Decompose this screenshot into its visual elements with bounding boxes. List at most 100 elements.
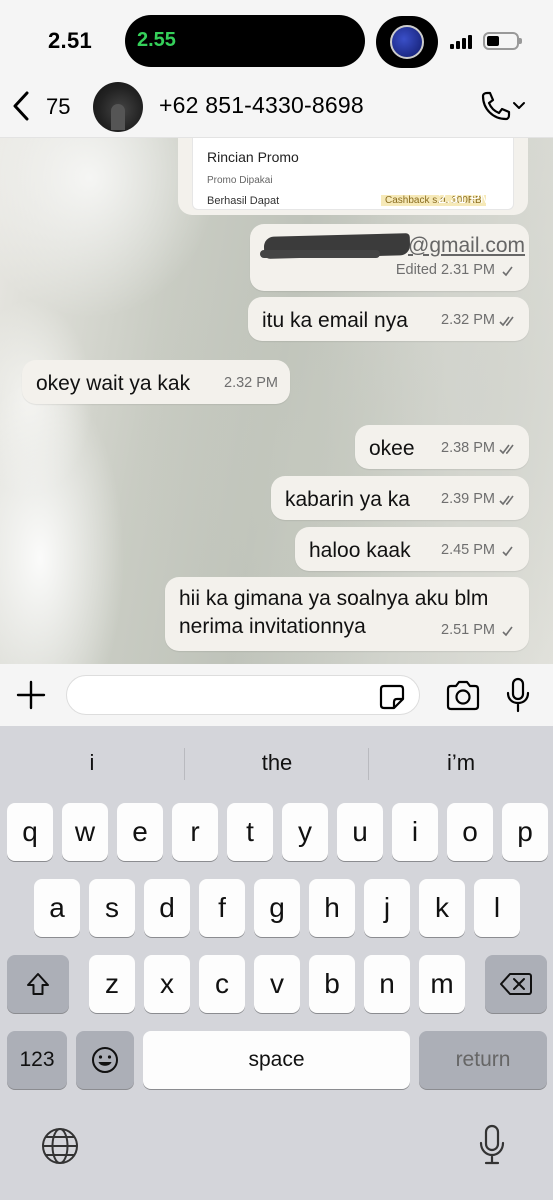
- message-time: 2.31 PM: [438, 191, 492, 207]
- message-meta: Edited 2.31 PM: [396, 257, 517, 284]
- message-meta: 2.39 PM: [441, 486, 517, 513]
- emoji-key[interactable]: [76, 1031, 134, 1089]
- globe-icon[interactable]: [40, 1126, 80, 1166]
- message-time: 2.32 PM: [441, 312, 495, 328]
- signal-icon: [450, 33, 474, 49]
- message-time: 2.45 PM: [441, 542, 495, 558]
- avatar[interactable]: [93, 82, 143, 132]
- promo-card-message[interactable]: Rincian Promo Promo Dipakai Berhasil Dap…: [178, 138, 528, 215]
- island-timer: 2.55: [137, 29, 176, 51]
- key-y[interactable]: y: [282, 803, 328, 861]
- message-text-line-1: hii ka gimana ya soalnya aku blm: [179, 587, 489, 610]
- status-time: 2.51: [48, 28, 93, 53]
- check-icon: [502, 626, 513, 636]
- chevron-down-icon: [513, 102, 525, 109]
- double-check-icon: [499, 444, 514, 454]
- message-meta: 2.51 PM: [441, 617, 517, 644]
- key-i[interactable]: i: [392, 803, 438, 861]
- backspace-key[interactable]: [485, 955, 547, 1013]
- message-bubble[interactable]: okee 2.38 PM: [355, 425, 529, 469]
- microphone-icon[interactable]: [505, 677, 531, 713]
- key-k[interactable]: k: [419, 879, 465, 937]
- suggestion-2[interactable]: the: [200, 750, 354, 776]
- double-check-icon: [496, 194, 511, 205]
- promo-label-used: Promo Dipakai: [207, 175, 273, 186]
- plus-icon[interactable]: [14, 678, 48, 712]
- numbers-key[interactable]: 123: [7, 1031, 67, 1089]
- message-time: 2.51 PM: [441, 622, 495, 638]
- message-meta: 2.32 PM: [441, 307, 517, 334]
- key-q[interactable]: q: [7, 803, 53, 861]
- key-x[interactable]: x: [144, 955, 190, 1013]
- return-key[interactable]: return: [419, 1031, 547, 1089]
- key-v[interactable]: v: [254, 955, 300, 1013]
- message-time: 2.32 PM: [224, 375, 278, 391]
- key-c[interactable]: c: [199, 955, 245, 1013]
- key-m[interactable]: m: [419, 955, 465, 1013]
- dynamic-island[interactable]: 2.55: [125, 15, 365, 67]
- key-h[interactable]: h: [309, 879, 355, 937]
- message-bubble[interactable]: kabarin ya ka 2.39 PM: [271, 476, 529, 520]
- message-text-line-2: nerima invitationnya: [179, 615, 366, 638]
- suggestion-1[interactable]: i: [30, 750, 154, 776]
- message-meta: 2.45 PM: [441, 537, 517, 564]
- key-s[interactable]: s: [89, 879, 135, 937]
- message-bubble[interactable]: itu ka email nya 2.32 PM: [248, 297, 529, 341]
- message-text: itu ka email nya: [262, 309, 408, 332]
- keyboard: i the i’m q w e r t y u i o p a s d f g …: [0, 726, 553, 1200]
- battery-icon: [483, 32, 522, 50]
- message-meta: 2.32 PM: [224, 370, 278, 397]
- key-u[interactable]: u: [337, 803, 383, 861]
- emoji-icon: [92, 1047, 118, 1073]
- shift-key[interactable]: [7, 955, 69, 1013]
- status-bar: 2.51 2.55: [0, 0, 553, 82]
- key-o[interactable]: o: [447, 803, 493, 861]
- space-key[interactable]: space: [143, 1031, 410, 1089]
- key-g[interactable]: g: [254, 879, 300, 937]
- key-j[interactable]: j: [364, 879, 410, 937]
- key-e[interactable]: e: [117, 803, 163, 861]
- check-icon: [502, 266, 513, 276]
- key-z[interactable]: z: [89, 955, 135, 1013]
- dictation-icon[interactable]: [478, 1124, 506, 1166]
- camera-icon[interactable]: [444, 680, 482, 712]
- key-d[interactable]: d: [144, 879, 190, 937]
- back-chevron-icon[interactable]: [12, 91, 30, 127]
- key-w[interactable]: w: [62, 803, 108, 861]
- promo-title: Rincian Promo: [207, 149, 299, 165]
- shift-icon: [27, 973, 49, 995]
- message-time: 2.39 PM: [441, 491, 495, 507]
- suggestion-3[interactable]: i’m: [384, 750, 538, 776]
- unread-count[interactable]: 75: [46, 94, 70, 120]
- key-f[interactable]: f: [199, 879, 245, 937]
- message-bubble[interactable]: haloo kaak 2.45 PM: [295, 527, 529, 571]
- message-meta: 2.31 PM: [438, 191, 514, 207]
- message-text: haloo kaak: [309, 539, 411, 562]
- message-meta: 2.38 PM: [441, 435, 517, 462]
- key-t[interactable]: t: [227, 803, 273, 861]
- message-text: kabarin ya ka: [285, 488, 410, 511]
- now-playing-icon[interactable]: [376, 16, 438, 68]
- message-input[interactable]: [66, 675, 420, 715]
- phone-icon: [481, 91, 525, 121]
- key-r[interactable]: r: [172, 803, 218, 861]
- key-p[interactable]: p: [502, 803, 548, 861]
- chat-header: 75 +62 851-4330-8698: [0, 82, 553, 138]
- key-l[interactable]: l: [474, 879, 520, 937]
- message-text: okey wait ya kak: [36, 372, 191, 395]
- key-b[interactable]: b: [309, 955, 355, 1013]
- contact-name[interactable]: +62 851-4330-8698: [159, 92, 364, 119]
- key-n[interactable]: n: [364, 955, 410, 1013]
- double-check-icon: [499, 495, 514, 505]
- message-bubble-email[interactable]: @gmail.com Edited 2.31 PM: [250, 224, 529, 291]
- chat-area[interactable]: Rincian Promo Promo Dipakai Berhasil Dap…: [0, 138, 553, 664]
- suggestion-divider: [368, 748, 369, 780]
- sticker-icon[interactable]: [378, 683, 406, 711]
- message-bubble[interactable]: hii ka gimana ya soalnya aku blm nerima …: [165, 577, 529, 651]
- call-button[interactable]: [477, 90, 527, 124]
- key-a[interactable]: a: [34, 879, 80, 937]
- email-link[interactable]: @gmail.com: [408, 232, 525, 259]
- message-bubble-incoming[interactable]: okey wait ya kak 2.32 PM: [22, 360, 290, 404]
- message-time: 2.38 PM: [441, 440, 495, 456]
- message-edited-time: Edited 2.31 PM: [395, 262, 495, 278]
